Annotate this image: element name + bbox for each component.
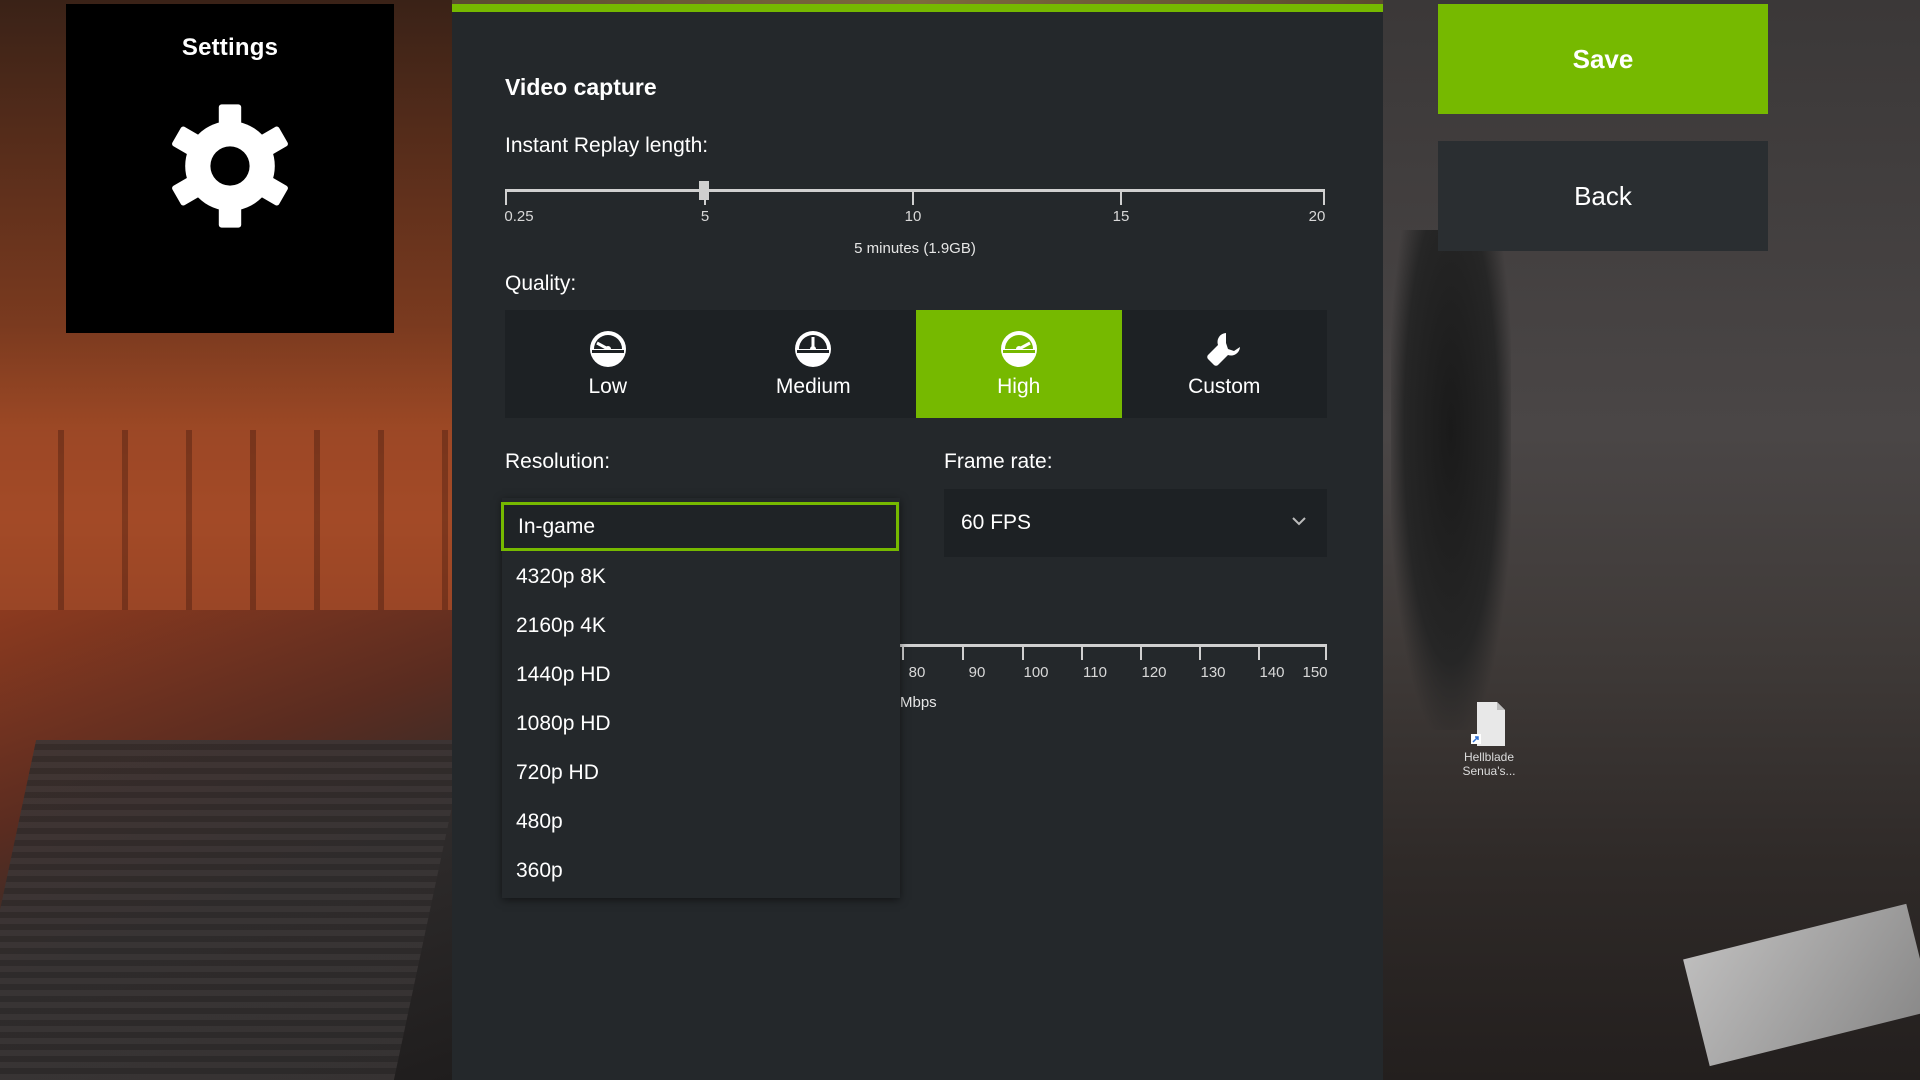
bitrate-tick-label: 150 xyxy=(1302,664,1328,681)
bitrate-tick xyxy=(902,646,904,660)
quality-medium-button[interactable]: Medium xyxy=(710,310,916,418)
file-shortcut-icon xyxy=(1471,702,1505,746)
quality-high-label: High xyxy=(997,375,1041,398)
bitrate-tick xyxy=(1258,646,1260,660)
replay-tick xyxy=(505,191,507,205)
gear-icon xyxy=(172,104,288,228)
replay-tick-label: 0.25 xyxy=(504,208,534,225)
bitrate-tick xyxy=(962,646,964,660)
resolution-option[interactable]: 1080p HD xyxy=(502,699,900,748)
bitrate-tick-label: 140 xyxy=(1259,664,1285,681)
quality-label: Quality: xyxy=(505,272,577,295)
resolution-option[interactable]: 1440p HD xyxy=(502,650,900,699)
settings-title: Settings xyxy=(181,34,279,61)
wrench-icon xyxy=(1207,333,1241,366)
save-button[interactable]: Save xyxy=(1438,4,1768,114)
frame-rate-label: Frame rate: xyxy=(944,450,1053,473)
replay-tick xyxy=(912,191,914,205)
bitrate-tick xyxy=(1140,646,1142,660)
gauge-low-icon xyxy=(589,331,626,367)
frame-rate-value: 60 FPS xyxy=(961,511,1032,534)
resolution-dropdown[interactable]: In-game 4320p 8K 2160p 4K 1440p HD 1080p… xyxy=(501,498,900,898)
background-papers xyxy=(1683,903,1920,1067)
replay-tick-label: 20 xyxy=(1308,208,1326,225)
gauge-medium-icon xyxy=(795,331,832,367)
resolution-option[interactable]: 360p xyxy=(502,846,900,895)
back-button[interactable]: Back xyxy=(1438,141,1768,251)
quality-high-button[interactable]: High xyxy=(916,310,1122,418)
quality-selector: Low Medium High Custom xyxy=(505,310,1327,418)
bitrate-tick-label: 120 xyxy=(1141,664,1167,681)
replay-length-slider[interactable]: 0.25 5 10 15 20 xyxy=(504,181,1326,241)
replay-tick-label: 10 xyxy=(904,208,922,225)
replay-length-label: Instant Replay length: xyxy=(505,134,709,157)
quality-custom-button[interactable]: Custom xyxy=(1121,310,1327,418)
resolution-option-in-game[interactable]: In-game xyxy=(501,502,899,551)
quality-low-button[interactable]: Low xyxy=(505,310,711,418)
bitrate-tick-label: 110 xyxy=(1083,664,1107,681)
resolution-option[interactable]: 2160p 4K xyxy=(502,601,900,650)
replay-slider-track[interactable] xyxy=(505,189,1325,192)
bitrate-tick-label: 90 xyxy=(968,664,986,681)
quality-custom-label: Custom xyxy=(1188,375,1261,398)
background-figure xyxy=(1391,230,1511,730)
replay-tick xyxy=(1323,191,1325,205)
replay-tick xyxy=(1120,191,1122,205)
section-title: Video capture xyxy=(505,74,657,100)
resolution-option[interactable]: 480p xyxy=(502,797,900,846)
bitrate-tick xyxy=(1325,646,1327,660)
gauge-high-icon xyxy=(1000,331,1037,367)
frame-rate-select[interactable]: 60 FPS xyxy=(944,489,1327,557)
bitrate-tick xyxy=(1199,646,1201,660)
desktop-shortcut[interactable]: Hellblade Senua's... xyxy=(1456,700,1522,778)
chevron-down-icon xyxy=(1292,517,1306,526)
resolution-option[interactable]: 4320p 8K xyxy=(502,552,900,601)
quality-medium-label: Medium xyxy=(775,375,851,398)
bitrate-tick-label: 130 xyxy=(1200,664,1226,681)
resolution-label: Resolution: xyxy=(505,450,611,473)
bitrate-tick-label: 80 xyxy=(908,664,926,681)
video-capture-panel: Video capture Instant Replay length: 0.2… xyxy=(452,4,1383,1080)
background-lockers xyxy=(0,430,452,610)
bitrate-tick-label: 100 xyxy=(1023,664,1049,681)
settings-badge: Settings xyxy=(66,4,394,333)
bitrate-tick xyxy=(1022,646,1024,660)
replay-tick-label: 15 xyxy=(1112,208,1130,225)
desktop-shortcut-label: Hellblade Senua's... xyxy=(1462,750,1516,778)
replay-length-value: 5 minutes (1.9GB) xyxy=(854,240,976,257)
quality-low-label: Low xyxy=(588,375,628,398)
bitrate-tick xyxy=(1081,646,1083,660)
background-rug xyxy=(0,740,467,1080)
replay-slider-thumb[interactable] xyxy=(699,181,709,200)
resolution-option[interactable]: 720p HD xyxy=(502,748,900,797)
panel-accent-bar xyxy=(452,4,1383,12)
replay-tick-label: 5 xyxy=(700,208,710,225)
bitrate-value: Mbps xyxy=(900,694,937,711)
